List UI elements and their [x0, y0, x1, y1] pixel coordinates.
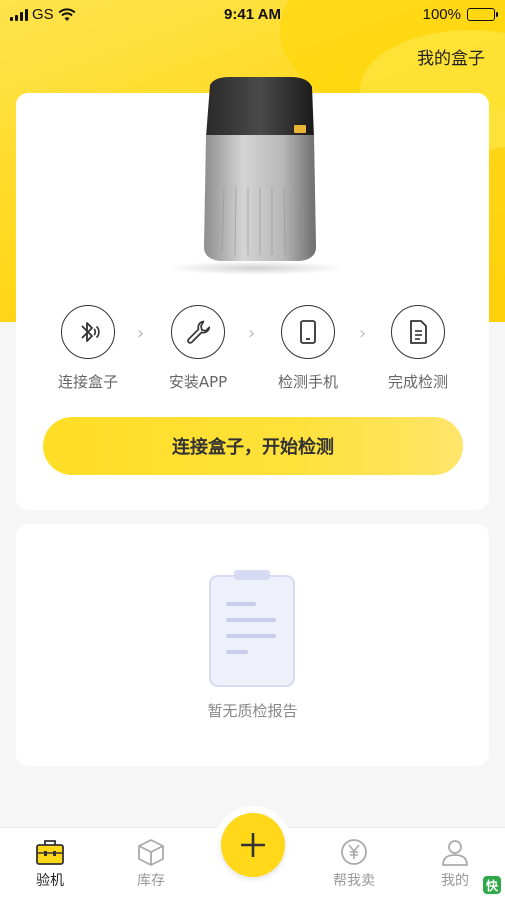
tab-label: 帮我卖 — [333, 873, 375, 889]
tab-inspect[interactable]: 验机 — [10, 838, 90, 890]
yen-icon — [341, 839, 367, 865]
status-bar: GS 9:41 AM 100% — [0, 0, 505, 30]
step-circle — [61, 305, 115, 359]
battery-icon — [467, 8, 498, 21]
watermark-icon: 快 — [483, 876, 501, 894]
phone-icon — [300, 320, 316, 344]
plus-icon — [241, 833, 265, 857]
chevron-right-icon: › — [248, 323, 256, 344]
chevron-right-icon: › — [137, 323, 145, 344]
status-right: 100% — [422, 6, 498, 23]
tab-inventory[interactable]: 库存 — [111, 838, 191, 890]
user-icon — [442, 840, 468, 866]
cube-icon — [138, 839, 164, 866]
connect-start-button[interactable]: 连接盒子，开始检测 — [43, 417, 463, 475]
step-label: 完成检测 — [387, 373, 448, 391]
bluetooth-icon — [81, 322, 100, 342]
connect-card: 连接盒子 › 安装APP › 检测手机 › 完成检测 连接盒子，开始检测 — [16, 77, 489, 510]
empty-report-text: 暂无质检报告 — [207, 702, 298, 720]
detection-box-image — [204, 77, 316, 261]
step-finish: 完成检测 — [368, 305, 468, 392]
document-icon — [410, 320, 427, 344]
step-label: 检测手机 — [277, 373, 338, 391]
step-label: 连接盒子 — [57, 373, 118, 391]
tab-help-sell[interactable]: 帮我卖 — [314, 838, 394, 890]
add-button[interactable] — [221, 813, 285, 877]
step-circle — [281, 305, 335, 359]
step-install-app: 安装APP — [148, 305, 248, 392]
watermark-logo: 快 — [483, 876, 501, 894]
wrench-icon — [187, 320, 211, 344]
battery-percent: 100% — [422, 6, 461, 23]
report-card: 暂无质检报告 — [16, 524, 489, 766]
tab-label: 验机 — [36, 873, 64, 889]
my-box-link[interactable]: 我的盒子 — [417, 44, 485, 69]
step-circle — [171, 305, 225, 359]
step-circle — [391, 305, 445, 359]
toolbox-icon — [36, 840, 64, 865]
step-check-phone: 检测手机 — [258, 305, 358, 392]
step-label: 安装APP — [168, 373, 228, 391]
empty-clipboard-icon — [209, 570, 295, 687]
tab-label: 库存 — [137, 873, 165, 889]
steps-row: 连接盒子 › 安装APP › 检测手机 › 完成检测 — [16, 305, 489, 395]
step-connect-box: 连接盒子 — [38, 305, 138, 392]
chevron-right-icon: › — [359, 323, 367, 344]
